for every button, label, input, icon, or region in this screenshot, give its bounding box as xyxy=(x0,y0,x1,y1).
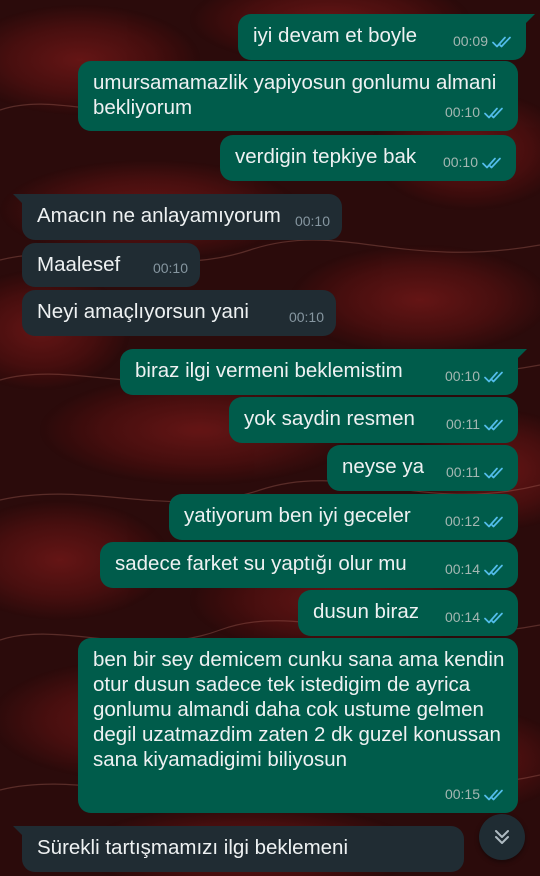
message-text: yok saydin resmen xyxy=(244,407,415,430)
incoming-message[interactable]: Sürekli tartışmamızı ilgi beklemeni xyxy=(13,826,464,872)
message-time: 00:11 xyxy=(446,464,480,480)
message-meta: 00:10 xyxy=(445,100,506,125)
message-time: 00:10 xyxy=(152,260,188,276)
outgoing-message[interactable]: ben bir sey demicem cunku sana ama kendi… xyxy=(78,638,518,813)
message-text: neyse ya xyxy=(342,455,425,478)
message-meta: 00:10 xyxy=(295,209,330,234)
message-time: 00:10 xyxy=(444,368,480,384)
message-meta: 00:15 xyxy=(445,782,506,807)
bubble-tail xyxy=(515,349,527,361)
message-time: 00:14 xyxy=(444,561,480,577)
message-meta: 00:11 xyxy=(446,412,506,437)
incoming-message[interactable]: Neyi amaçlıyorsun yani 00:10 xyxy=(22,290,336,336)
outgoing-message[interactable]: dusun biraz 00:14 xyxy=(298,590,518,636)
double-chevron-down-icon xyxy=(495,830,509,844)
outgoing-message[interactable]: sadece farket su yaptığı olur mu 00:14 xyxy=(100,542,518,588)
outgoing-message[interactable]: neyse ya 00:11 xyxy=(327,445,518,491)
message-text: ben bir sey demicem cunku sana ama kendi… xyxy=(93,648,505,771)
message-time: 00:14 xyxy=(444,609,480,625)
read-ticks-icon xyxy=(484,789,503,800)
outgoing-message[interactable]: yok saydin resmen 00:11 xyxy=(229,397,518,443)
scroll-to-bottom-button[interactable] xyxy=(479,814,525,860)
message-text: Amacın ne anlayamıyorum xyxy=(37,204,281,227)
message-time: 00:11 xyxy=(446,416,480,432)
message-meta: 00:10 xyxy=(443,150,504,175)
read-ticks-icon xyxy=(484,419,503,430)
message-time: 00:10 xyxy=(442,154,478,170)
message-meta: 00:14 xyxy=(445,605,506,630)
message-time: 00:10 xyxy=(444,104,480,120)
message-text: Maalesef xyxy=(37,253,121,276)
incoming-message[interactable]: Amacın ne anlayamıyorum 00:10 xyxy=(13,194,342,240)
message-text: biraz ilgi vermeni beklemistim xyxy=(135,359,403,382)
message-text: sadece farket su yaptığı olur mu xyxy=(115,552,407,575)
read-ticks-icon xyxy=(484,467,503,478)
outgoing-message[interactable]: umursamamazlik yapiyosun gonlumu almani … xyxy=(78,61,518,131)
outgoing-message[interactable]: yatiyorum ben iyi geceler 00:12 xyxy=(169,494,518,540)
message-time: 00:10 xyxy=(294,213,330,229)
message-time: 00:09 xyxy=(452,33,488,49)
incoming-message[interactable]: Maalesef 00:10 xyxy=(22,243,200,287)
message-meta: 00:14 xyxy=(445,557,506,582)
message-time: 00:15 xyxy=(444,786,480,802)
read-ticks-icon xyxy=(484,612,503,623)
outgoing-message[interactable]: iyi devam et boyle 00:09 xyxy=(238,14,535,60)
read-ticks-icon xyxy=(484,516,503,527)
message-text: dusun biraz xyxy=(313,600,419,623)
message-text: yatiyorum ben iyi geceler xyxy=(184,504,411,527)
read-ticks-icon xyxy=(482,157,501,168)
message-meta: 00:12 xyxy=(445,509,506,534)
message-meta: 00:11 xyxy=(446,460,506,485)
read-ticks-icon xyxy=(492,36,511,47)
message-meta: 00:09 xyxy=(453,29,514,54)
read-ticks-icon xyxy=(484,371,503,382)
message-text: Neyi amaçlıyorsun yani xyxy=(37,300,249,323)
bubble-tail xyxy=(523,14,535,26)
message-text: Sürekli tartışmamızı ilgi beklemeni xyxy=(37,836,349,859)
outgoing-message[interactable]: verdigin tepkiye bak 00:10 xyxy=(220,135,516,181)
outgoing-message[interactable]: biraz ilgi vermeni beklemistim 00:10 xyxy=(120,349,527,395)
message-list[interactable]: iyi devam et boyle 00:09 umursamamazlik ya… xyxy=(0,0,540,876)
message-meta: 00:10 xyxy=(445,364,506,389)
message-time: 00:10 xyxy=(288,309,324,325)
message-time: 00:12 xyxy=(444,513,480,529)
message-text: verdigin tepkiye bak xyxy=(235,145,417,168)
message-meta: 00:10 xyxy=(289,305,324,330)
message-text: iyi devam et boyle xyxy=(253,24,418,47)
bubble-tail xyxy=(13,194,25,206)
message-meta: 00:10 xyxy=(153,256,188,281)
read-ticks-icon xyxy=(484,564,503,575)
bubble-tail xyxy=(13,826,25,838)
read-ticks-icon xyxy=(484,107,503,118)
